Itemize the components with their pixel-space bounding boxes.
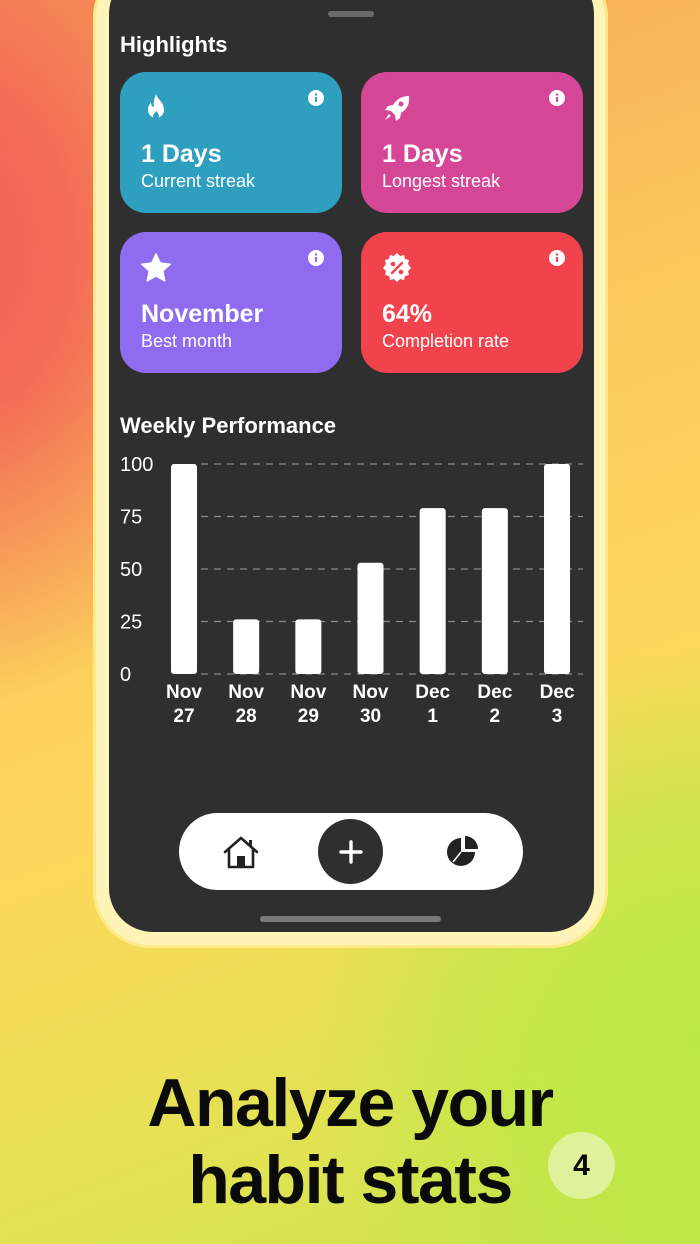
- x-tick-label: Dec: [477, 682, 512, 703]
- tab-stats[interactable]: [423, 813, 503, 890]
- x-tick-label: 1: [427, 706, 438, 727]
- add-icon: [338, 839, 363, 864]
- x-tick-label: Nov: [166, 682, 202, 703]
- add-habit-button[interactable]: [318, 819, 383, 884]
- bar[interactable]: [233, 619, 260, 674]
- weekly-performance-chart: 100 75 50 25 0 Nov 27 Nov 28 Nov 29 Nov 30 Dec 1 Dec 2 De…: [120, 454, 583, 727]
- x-tick-label: Nov: [353, 682, 389, 703]
- bar[interactable]: [481, 508, 508, 674]
- bar[interactable]: [357, 562, 384, 674]
- x-tick-label: Dec: [540, 682, 575, 703]
- y-tick-label: 75: [120, 507, 142, 529]
- bottom-tab-bar: [179, 813, 523, 890]
- home-icon: [223, 836, 259, 868]
- x-tick-label: Nov: [228, 682, 264, 703]
- y-tick-label: 50: [120, 559, 142, 581]
- x-tick-label: 29: [298, 706, 319, 727]
- bar[interactable]: [295, 619, 322, 674]
- x-tick-label: 2: [490, 706, 501, 727]
- promo-headline-line1: Analyze your: [147, 1065, 554, 1141]
- y-tick-label: 100: [120, 454, 153, 476]
- y-tick-label: 0: [120, 664, 131, 686]
- bar[interactable]: [419, 508, 446, 674]
- x-tick-label: Nov: [290, 682, 326, 703]
- bar[interactable]: [171, 464, 197, 674]
- page-number-badge: 4: [548, 1132, 615, 1199]
- x-tick-label: 3: [552, 706, 563, 727]
- tab-home[interactable]: [201, 813, 281, 890]
- x-tick-label: 27: [173, 706, 194, 727]
- y-tick-label: 25: [120, 612, 142, 634]
- phone-screen: Highlights 1 Days Current streak 1 Days …: [109, 0, 594, 932]
- bar[interactable]: [544, 464, 571, 674]
- x-tick-label: 30: [360, 706, 381, 727]
- home-indicator: [260, 916, 441, 922]
- x-tick-label: 28: [236, 706, 257, 727]
- stats-pie-icon: [447, 835, 478, 866]
- x-tick-label: Dec: [415, 682, 450, 703]
